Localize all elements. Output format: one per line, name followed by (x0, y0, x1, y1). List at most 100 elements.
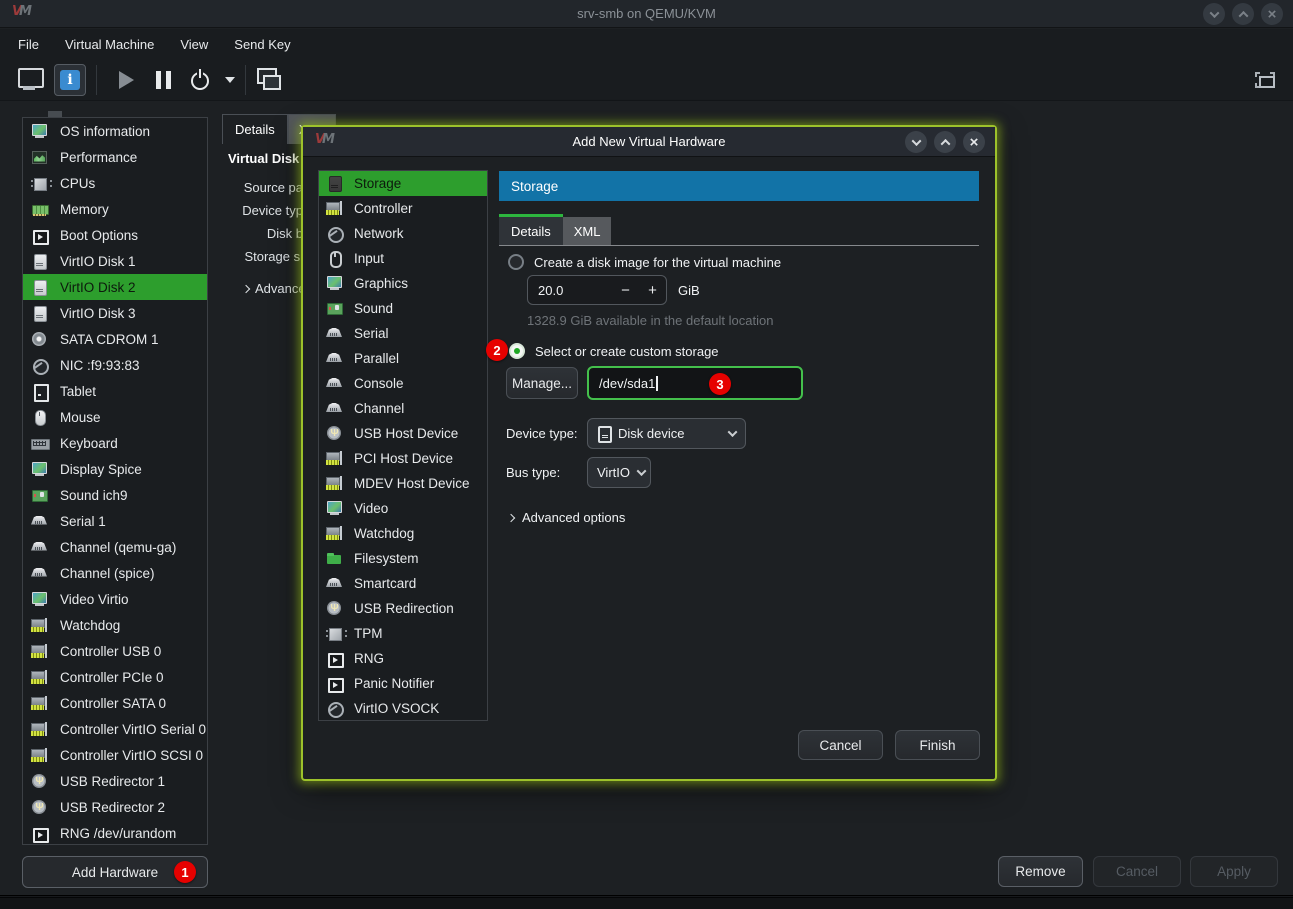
hardware-list-item[interactable]: SATA CDROM 1 (23, 326, 207, 352)
hardware-type-item[interactable]: Graphics (319, 271, 487, 296)
window-titlebar[interactable]: srv-smb on QEMU/KVM × (0, 0, 1293, 28)
disk-size-spinner[interactable]: 20.0 − + (527, 275, 667, 305)
hardware-list-item[interactable]: Performance (23, 144, 207, 170)
hardware-list-item[interactable]: Controller SATA 0 (23, 690, 207, 716)
pcicard-icon (31, 747, 48, 764)
virtual-displays-icon[interactable] (256, 67, 282, 93)
hardware-type-item[interactable]: RNG (319, 646, 487, 671)
shutdown-button[interactable] (189, 69, 211, 91)
hardware-list-item[interactable]: Serial 1 (23, 508, 207, 534)
device-type-dropdown[interactable]: Disk device (587, 418, 746, 449)
hardware-type-item[interactable]: Panic Notifier (319, 671, 487, 696)
manage-button[interactable]: Manage... (506, 367, 578, 399)
hardware-type-item[interactable]: Watchdog (319, 521, 487, 546)
hardware-list-item[interactable]: Controller PCIe 0 (23, 664, 207, 690)
remove-button[interactable]: Remove (998, 856, 1083, 887)
pause-button[interactable] (156, 71, 171, 89)
hardware-list-item[interactable]: VirtIO Disk 2 (23, 274, 207, 300)
finish-button[interactable]: Finish (895, 730, 980, 760)
close-button[interactable]: × (1261, 3, 1283, 25)
hardware-type-item[interactable]: USB Host Device (319, 421, 487, 446)
tab-details[interactable]: Details (499, 214, 563, 245)
disk-size-value[interactable]: 20.0 (528, 283, 612, 298)
close-button[interactable]: × (963, 131, 985, 153)
tab-details[interactable]: Details (222, 114, 288, 144)
dialog-titlebar[interactable]: Add New Virtual Hardware × (303, 127, 995, 157)
minimize-button[interactable] (1203, 3, 1225, 25)
hardware-type-item[interactable]: Parallel (319, 346, 487, 371)
toolbar-separator (245, 65, 246, 95)
shutdown-menu-caret[interactable] (225, 77, 235, 83)
hardware-type-item[interactable]: Sound (319, 296, 487, 321)
decrement-button[interactable]: − (612, 282, 639, 299)
storage-path-input[interactable]: /dev/sda1 (587, 366, 803, 400)
hardware-list-item-label: Sound ich9 (60, 488, 128, 503)
hardware-type-item[interactable]: MDEV Host Device (319, 471, 487, 496)
hardware-list-item-label: Channel (qemu-ga) (60, 540, 176, 555)
radio-unselected-icon[interactable] (508, 254, 524, 270)
menu-item[interactable]: Virtual Machine (65, 37, 154, 52)
hardware-list-item[interactable]: CPUs (23, 170, 207, 196)
run-button[interactable] (119, 71, 134, 89)
increment-button[interactable]: + (639, 282, 666, 299)
monitor-icon (326, 500, 343, 517)
cancel-button[interactable]: Cancel (798, 730, 883, 760)
hardware-type-item[interactable]: Console (319, 371, 487, 396)
menu-item[interactable]: View (180, 37, 208, 52)
hardware-list-item[interactable]: Mouse (23, 404, 207, 430)
hardware-type-item-label: TPM (354, 626, 383, 641)
advanced-options-expander[interactable]: Advance (243, 281, 303, 296)
hardware-list-item[interactable]: Channel (qemu-ga) (23, 534, 207, 560)
hardware-list-item[interactable]: Display Spice (23, 456, 207, 482)
hardware-type-item[interactable]: Controller (319, 196, 487, 221)
hardware-list-item[interactable]: Memory (23, 196, 207, 222)
menu-item[interactable]: Send Key (234, 37, 290, 52)
hardware-list-item-label: Display Spice (60, 462, 142, 477)
fullscreen-button[interactable] (1255, 72, 1275, 88)
hardware-list-item[interactable]: USB Redirector 1 (23, 768, 207, 794)
hardware-list-item[interactable]: Boot Options (23, 222, 207, 248)
show-console-button[interactable] (16, 67, 44, 93)
hardware-list-item[interactable]: NIC :f9:93:83 (23, 352, 207, 378)
hardware-list-item[interactable]: VirtIO Disk 1 (23, 248, 207, 274)
available-space-hint: 1328.9 GiB available in the default loca… (527, 313, 773, 328)
storage-header: Storage (499, 171, 979, 201)
menu-item[interactable]: File (18, 37, 39, 52)
hardware-type-item[interactable]: Video (319, 496, 487, 521)
hardware-list-item[interactable]: Sound ich9 (23, 482, 207, 508)
maximize-button[interactable] (934, 131, 956, 153)
tab-xml[interactable]: XML (563, 217, 612, 245)
hardware-type-item[interactable]: Storage (319, 171, 487, 196)
hardware-list-item[interactable]: Channel (spice) (23, 560, 207, 586)
hardware-type-item[interactable]: PCI Host Device (319, 446, 487, 471)
hardware-list-item[interactable]: Video Virtio (23, 586, 207, 612)
advanced-options-expander[interactable]: Advanced options (508, 510, 625, 525)
hardware-list-item[interactable]: RNG /dev/urandom (23, 820, 207, 845)
hardware-list-item[interactable]: USB Redirector 2 (23, 794, 207, 820)
hardware-type-item[interactable]: Input (319, 246, 487, 271)
hardware-type-item[interactable]: Filesystem (319, 546, 487, 571)
hardware-list-item[interactable]: Controller USB 0 (23, 638, 207, 664)
hardware-list-item[interactable]: VirtIO Disk 3 (23, 300, 207, 326)
hardware-type-item[interactable]: Smartcard (319, 571, 487, 596)
hardware-type-item[interactable]: Network (319, 221, 487, 246)
hardware-list-item[interactable]: OS information (23, 118, 207, 144)
hardware-type-item[interactable]: VirtIO VSOCK (319, 696, 487, 721)
hardware-list-item[interactable]: Controller VirtIO Serial 0 (23, 716, 207, 742)
hardware-type-item[interactable]: Serial (319, 321, 487, 346)
hardware-list-item[interactable]: Keyboard (23, 430, 207, 456)
bus-type-dropdown[interactable]: VirtIO (587, 457, 651, 488)
maximize-button[interactable] (1232, 3, 1254, 25)
hardware-type-item[interactable]: TPM (319, 621, 487, 646)
hardware-type-item[interactable]: USB Redirection (319, 596, 487, 621)
hardware-list-item-label: Serial 1 (60, 514, 106, 529)
soundcard-icon (326, 300, 343, 317)
pcicard-icon (326, 475, 343, 492)
hardware-list-item[interactable]: Controller VirtIO SCSI 0 (23, 742, 207, 768)
minimize-button[interactable] (905, 131, 927, 153)
show-details-toggle[interactable] (54, 64, 86, 96)
hardware-list-item[interactable]: Watchdog (23, 612, 207, 638)
hardware-type-item[interactable]: Channel (319, 396, 487, 421)
radio-selected-icon[interactable] (509, 343, 525, 359)
hardware-list-item[interactable]: Tablet (23, 378, 207, 404)
